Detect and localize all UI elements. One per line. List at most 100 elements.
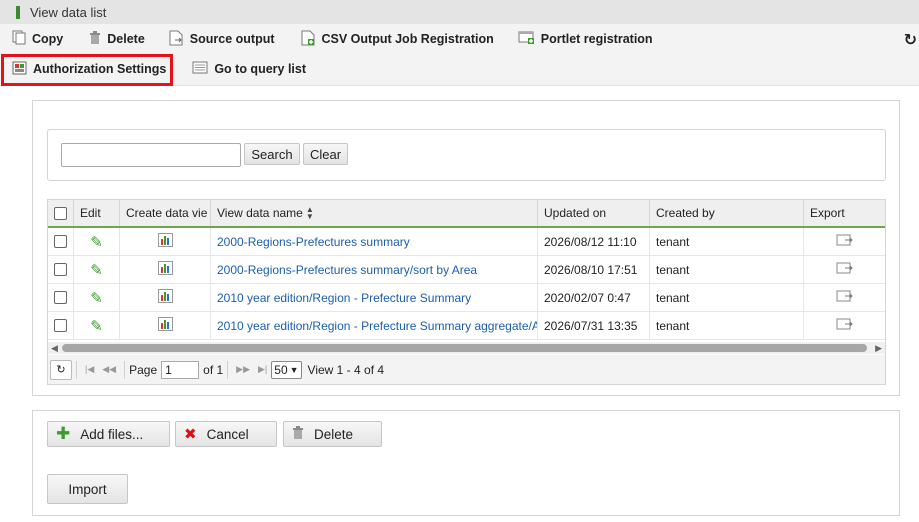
pencil-icon[interactable]: ✎ [90,233,103,251]
search-area: Search Clear [47,129,886,181]
page-input[interactable]: 1 [161,360,200,379]
view-data-name-cell: 2000-Regions-Prefectures summary [211,228,538,255]
portlet-registration-button[interactable]: Portlet registration [518,30,653,48]
view-data-name-link[interactable]: 2000-Regions-Prefectures summary/sort by… [217,263,477,277]
pencil-icon[interactable]: ✎ [90,289,103,307]
pager-divider [227,360,229,379]
export-cell [804,284,885,311]
cancel-label: Cancel [206,426,249,442]
trash-icon [292,425,304,443]
created-by-cell: tenant [650,256,804,283]
prev-page-icon[interactable]: ◀◀ [102,364,116,375]
title-marker [16,5,20,19]
list-icon [192,61,208,77]
row-checkbox[interactable] [54,319,67,332]
view-data-name-link[interactable]: 2010 year edition/Region - Prefecture Su… [217,291,471,305]
create-view-cell [120,312,211,339]
create-view-cell [120,228,211,255]
add-files-label: Add files... [80,426,144,442]
column-create-data-view[interactable]: Create data vie [120,200,211,226]
copy-icon [12,30,26,48]
scroll-right-icon[interactable]: ▶ [875,342,882,354]
export-icon[interactable] [836,289,854,306]
page-size-select[interactable]: 50 ▼ [271,360,302,379]
title-bar: View data list [0,0,919,24]
search-input[interactable] [61,143,241,167]
query-list-label: Go to query list [214,62,307,76]
copy-label: Copy [32,32,64,46]
data-grid: Edit Create data vie View data name ▲ ▼ U… [47,199,886,385]
pencil-icon[interactable]: ✎ [90,317,103,335]
last-page-icon[interactable]: ▶| [258,364,267,375]
export-icon[interactable] [836,261,854,278]
source-output-button[interactable]: Source output [169,30,275,49]
updated-on-cell: 2026/08/12 11:10 [538,228,650,255]
cancel-button[interactable]: ✖ Cancel [175,421,277,447]
export-cell [804,312,885,339]
refresh-icon[interactable]: ↻ [904,30,917,50]
bar-chart-icon[interactable] [157,261,173,278]
view-data-name-cell: 2010 year edition/Region - Prefecture Su… [211,284,538,311]
column-updated-on[interactable]: Updated on [538,200,650,226]
delete-files-button[interactable]: Delete [283,421,382,447]
scroll-left-icon[interactable]: ◀ [51,342,58,354]
copy-button[interactable]: Copy [12,30,63,48]
export-icon[interactable] [836,317,854,334]
delete-label: Delete [107,32,145,46]
pager-divider [124,360,126,379]
row-checkbox[interactable] [54,263,67,276]
sort-icon: ▲ ▼ [305,205,314,221]
delete-button[interactable]: Delete [89,30,145,48]
column-edit[interactable]: Edit [74,200,120,226]
row-checkbox[interactable] [54,291,67,304]
view-data-name-link[interactable]: 2000-Regions-Prefectures summary [217,235,410,249]
next-page-icon[interactable]: ▶▶ [236,364,250,375]
select-all-checkbox[interactable] [54,206,67,220]
export-icon[interactable] [836,233,854,250]
plus-icon: ✚ [56,424,71,443]
page-size-value: 50 [274,362,288,377]
view-data-name-link[interactable]: 2010 year edition/Region - Prefecture Su… [217,319,537,333]
export-cell [804,228,885,255]
source-output-label: Source output [189,32,275,46]
table-row: ✎ 2000-Regions-Prefectures summary/sort … [48,256,885,284]
chevron-down-icon: ▼ [289,364,299,375]
select-all-cell [48,200,74,226]
updated-on-cell: 2026/07/31 13:35 [538,312,650,339]
close-icon: ✖ [184,426,197,443]
query-list-button[interactable]: Go to query list [192,61,306,77]
bar-chart-icon[interactable] [157,317,173,334]
page-title: View data list [30,4,107,20]
column-created-by[interactable]: Created by [650,200,804,226]
table-row: ✎ 2010 year edition/Region - Prefecture … [48,312,885,340]
pencil-icon[interactable]: ✎ [90,261,103,279]
column-export[interactable]: Export [804,200,885,226]
highlight-box [1,54,173,86]
page-label: Page [129,362,158,377]
row-checkbox[interactable] [54,235,67,248]
import-button[interactable]: Import [47,474,128,504]
bar-chart-icon[interactable] [157,289,173,306]
reload-icon[interactable]: ↻ [50,359,72,380]
table-row: ✎ 2010 year edition/Region - Prefecture … [48,284,885,312]
column-view-data-name[interactable]: View data name ▲ ▼ [211,200,538,226]
row-select-cell [48,312,74,339]
csv-job-registration-button[interactable]: CSV Output Job Registration [301,30,494,49]
trash-icon [89,30,101,48]
search-button[interactable]: Search [244,143,300,165]
edit-cell: ✎ [74,256,120,283]
page-of-label: of 1 [203,362,224,377]
clear-button[interactable]: Clear [303,143,348,165]
pager-divider [76,360,77,379]
row-select-cell [48,256,74,283]
horizontal-scrollbar[interactable]: ◀ ▶ [48,342,885,354]
add-files-button[interactable]: ✚ Add files... [47,421,170,447]
create-view-cell [120,284,211,311]
edit-cell: ✎ [74,228,120,255]
create-view-cell [120,256,211,283]
first-page-icon[interactable]: |◀ [85,364,94,375]
scrollbar-thumb[interactable] [62,344,867,352]
list-panel: Search Clear Edit Create data vie View d… [32,100,900,396]
column-view-data-name-label: View data name [217,206,303,220]
bar-chart-icon[interactable] [157,233,173,250]
